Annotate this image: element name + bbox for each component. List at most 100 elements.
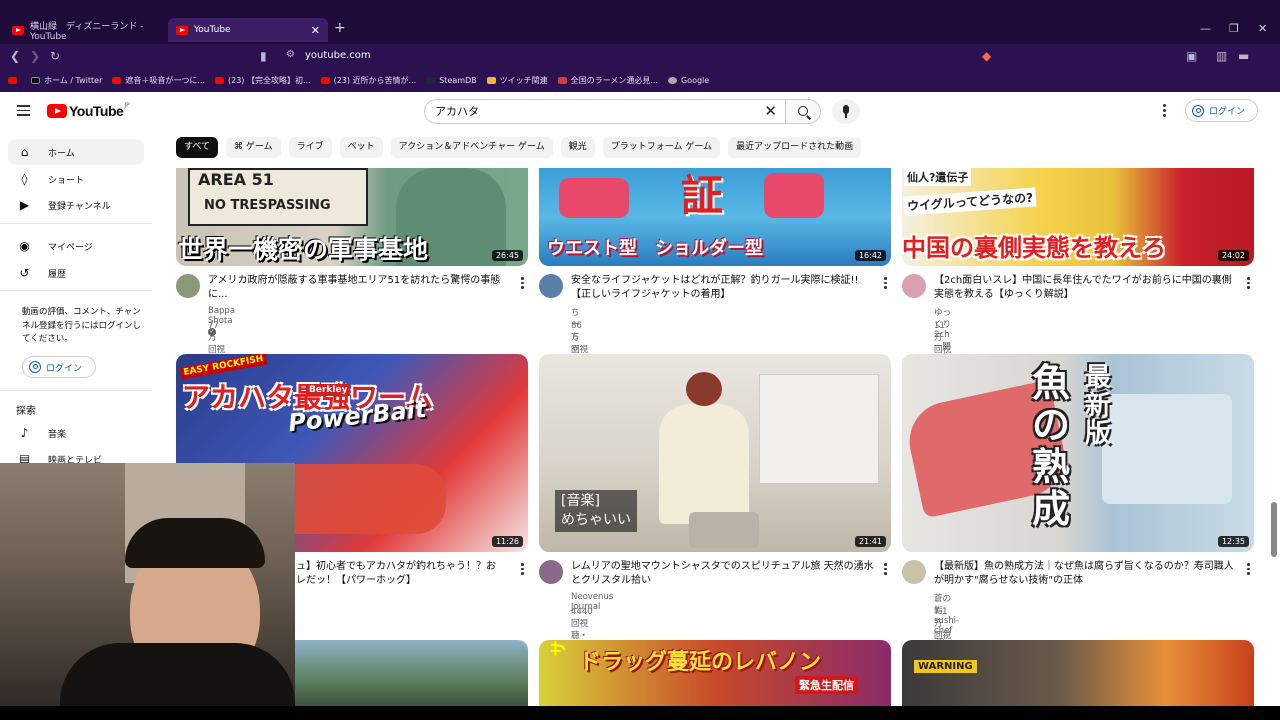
sidebar-item-history[interactable]: ↺ 履歴 (8, 260, 144, 286)
channel-avatar[interactable] (902, 274, 926, 298)
bookmark-item[interactable]: 全国のラーメン通必見... (557, 75, 658, 86)
video-thumbnail[interactable]: サンジ ドラッグ蔓延のレバノン 緊急生配信 (539, 640, 891, 710)
subscriptions-icon: ▶ (19, 198, 30, 212)
tab-inactive[interactable]: 横山緑 ディズニーランド - YouTube (4, 18, 164, 42)
duration-badge: 11:26 (491, 536, 523, 547)
chip[interactable]: ライブ (288, 137, 332, 158)
chip[interactable]: アクション＆アドベンチャー ゲーム (390, 137, 553, 158)
folder-icon (486, 76, 496, 84)
bookmark-item[interactable]: ツイッチ関連 (486, 75, 548, 86)
sidebar-toggle-icon[interactable]: ▥ (1216, 49, 1227, 63)
sidebar-item-you[interactable]: ◉ マイページ (8, 233, 144, 259)
video-more-icon[interactable] (1247, 277, 1250, 291)
video-title[interactable]: 【最新版】魚の熟成方法｜なぜ魚は腐らず旨くなるのか？寿司職人が明かす"腐らせない… (934, 560, 1239, 588)
duration-badge: 12:35 (1217, 536, 1249, 547)
video-thumbnail[interactable]: 仙人?遺伝子 ウイグルってどうなの? 中国の裏側実態を教えろ 24:02 (902, 168, 1254, 266)
chip[interactable]: 最近アップロードされた動画 (728, 137, 862, 158)
video-thumbnail[interactable]: 証 ウエスト型 ショルダー型 16:42 (539, 168, 891, 266)
bookmarks-bar: ホーム / Twitter 遮音＋吸音が一つに... (23) 【完全攻略】初.… (0, 68, 1280, 92)
voice-search-icon[interactable] (832, 99, 860, 124)
chip[interactable]: ペット (339, 137, 383, 158)
bookmark-item[interactable] (8, 76, 21, 84)
tab-active[interactable]: YouTube ✕ (168, 18, 328, 42)
you-icon: ◉ (19, 239, 30, 253)
youtube-favicon-icon (215, 76, 224, 84)
close-window-icon[interactable]: ✕ (1258, 22, 1267, 35)
site-info-icon[interactable]: ⚙ (286, 49, 295, 60)
search-button[interactable] (785, 99, 821, 124)
new-tab-button[interactable]: + (334, 20, 346, 36)
duration-badge: 24:02 (1217, 250, 1249, 261)
duration-badge: 26:45 (491, 250, 523, 261)
video-thumbnail[interactable]: 魚 の 熟 成 最新版 12:35 (902, 354, 1254, 552)
reader-icon[interactable]: ▣ (1186, 49, 1197, 63)
video-title[interactable]: アメリカ政府が隠蔽する軍事基地エリア51を訪れたら驚愕の事態に... (208, 274, 513, 302)
sidebar-signin-button[interactable]: ログイン (22, 356, 96, 378)
bookmark-icon[interactable]: ▮ (260, 49, 267, 63)
chip[interactable]: 観光 (560, 137, 595, 158)
wallet-icon[interactable]: ▬ (1238, 49, 1249, 63)
ramen-favicon-icon (557, 76, 567, 84)
bookmark-item[interactable]: Google (667, 76, 709, 85)
video-title[interactable]: ュ】初心者でもアカハタが釣れちゃう！？お レだッ！【パワーホッグ】 (296, 560, 511, 588)
signin-button[interactable]: ログイン (1185, 99, 1258, 122)
forward-icon[interactable]: ❯ (30, 49, 40, 63)
video-more-icon[interactable] (1247, 563, 1250, 577)
video-title[interactable]: 【2ch面白いスレ】中国に長年住んでたワイがお前らに中国の裏側実態を教える【ゆっ… (934, 274, 1239, 302)
youtube-favicon-icon (320, 76, 330, 84)
reload-icon[interactable]: ↻ (50, 49, 60, 63)
chip[interactable]: プラットフォーム ゲーム (602, 137, 721, 158)
page-scrollbar[interactable] (1271, 502, 1277, 557)
url-field[interactable]: youtube.com (305, 50, 371, 61)
sidebar-item-music[interactable]: ♪ 音楽 (8, 420, 144, 446)
minimize-icon[interactable]: — (1200, 22, 1211, 35)
account-icon (1192, 104, 1204, 117)
clear-search-icon[interactable]: ✕ (764, 100, 777, 123)
gamepad-icon: ⌘ (234, 142, 246, 152)
chip[interactable]: すべて (176, 137, 219, 158)
menu-icon[interactable] (17, 105, 30, 119)
chip[interactable]: ⌘ ゲーム (226, 137, 281, 158)
divider (0, 290, 152, 291)
home-icon: ⌂ (20, 145, 29, 159)
bookmark-item[interactable]: ホーム / Twitter (31, 75, 102, 86)
bookmark-item[interactable]: (23) 【完全攻略】初... (215, 75, 311, 86)
channel-avatar[interactable] (902, 560, 926, 584)
video-thumbnail[interactable]: [音楽] めちゃいい 21:41 (539, 354, 891, 552)
channel-avatar[interactable] (539, 560, 563, 584)
address-bar (0, 44, 1280, 68)
bookmark-item[interactable]: (23) 近所から苦情が... (320, 75, 416, 86)
settings-more-icon[interactable] (1163, 104, 1167, 119)
shorts-icon: ◊ (21, 172, 28, 186)
back-icon[interactable]: ❮ (10, 49, 20, 63)
video-thumbnail[interactable]: WARNING (902, 640, 1254, 710)
account-icon (29, 361, 41, 373)
search-input[interactable]: アカハタ ✕ (424, 99, 786, 124)
close-tab-icon[interactable]: ✕ (311, 24, 320, 37)
video-more-icon[interactable] (884, 277, 887, 291)
sidebar-item-subscriptions[interactable]: ▶ 登録チャンネル (8, 192, 144, 218)
channel-avatar[interactable] (176, 274, 200, 298)
tab-label: YouTube (194, 25, 231, 35)
video-more-icon[interactable] (521, 277, 524, 291)
bookmark-item[interactable]: 遮音＋吸音が一つに... (112, 75, 205, 86)
steam-favicon-icon (426, 76, 436, 84)
duration-badge: 16:42 (854, 250, 886, 261)
sidebar-item-home[interactable]: ⌂ ホーム (8, 139, 144, 165)
signin-prompt-text: 動画の評価、コメント、チャンネル登録を行うにはログインしてください。 (22, 307, 142, 344)
brave-shield-icon[interactable]: ◆ (982, 49, 991, 63)
video-more-icon[interactable] (521, 563, 524, 577)
youtube-logo[interactable]: YouTube JP (47, 102, 130, 119)
youtube-favicon-icon (12, 25, 24, 35)
channel-avatar[interactable] (539, 274, 563, 298)
sidebar-item-shorts[interactable]: ◊ ショート (8, 166, 144, 192)
music-icon: ♪ (20, 426, 29, 440)
restore-icon[interactable]: ❐ (1229, 22, 1239, 35)
video-more-icon[interactable] (884, 563, 887, 577)
youtube-favicon-icon (112, 76, 122, 84)
duration-badge: 21:41 (854, 536, 886, 547)
video-thumbnail[interactable]: AREA 51 NO TRESPASSING 世界一機密の軍事基地 26:45 (176, 168, 528, 266)
video-title[interactable]: レムリアの聖地マウントシャスタでのスピリチュアル旅 天然の湧水とクリスタル拾い (571, 560, 876, 588)
bookmark-item[interactable]: SteamDB (426, 76, 477, 85)
video-title[interactable]: 安全なライフジャケットはどれが正解？釣りガール実際に検証!!【正しいライフジャケ… (571, 274, 876, 302)
